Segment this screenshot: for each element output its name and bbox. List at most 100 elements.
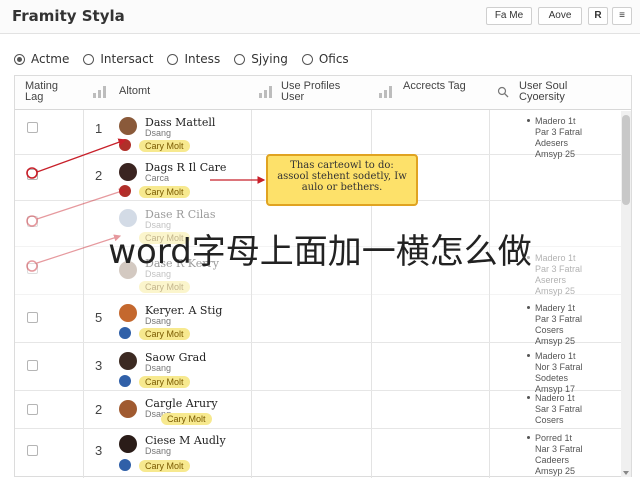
scrollbar-thumb[interactable] (622, 115, 630, 205)
row-number: 3 (95, 443, 103, 458)
avatar-small (119, 139, 131, 151)
user-role: Carca (145, 173, 170, 183)
list-item: Madery 1t (535, 303, 576, 313)
filter-radio-ofics[interactable]: Ofics (301, 50, 349, 68)
list-item: Madero 1t (535, 351, 576, 361)
toolbar-button-2[interactable]: Aove (538, 7, 582, 25)
user-soul-list: Madery 1t Par 3 Fatral Cosers Amsyp 25 (527, 303, 615, 347)
column-header-mating-lag[interactable]: Mating Lag (25, 81, 79, 103)
list-item: Nadero 1t (535, 393, 575, 403)
sort-bars-icon[interactable] (93, 86, 109, 98)
status-badge: Cary Molt (139, 376, 190, 388)
list-item: Cosers (535, 325, 564, 335)
avatar (119, 435, 137, 453)
list-item: Par 3 Fatral (535, 127, 583, 137)
row-number: 2 (95, 168, 103, 183)
filter-label: Actme (31, 52, 70, 66)
user-role: Dsang (145, 363, 172, 373)
status-badge: Cary Molt (139, 281, 190, 293)
list-item: Nar 3 Fatral (535, 444, 583, 454)
list-item: Cadeers (535, 455, 570, 465)
column-header-use-profiles[interactable]: Use Profiles User (281, 81, 361, 103)
filter-radio-actme[interactable]: Actme (14, 50, 69, 68)
filter-label: Sjying (251, 52, 288, 66)
row-checkbox[interactable] (27, 404, 38, 415)
list-item: Aserers (535, 275, 567, 285)
column-header-user-soul[interactable]: User Soul Cyoersity (519, 81, 609, 103)
sort-bars-icon[interactable] (259, 86, 275, 98)
filter-label: Intersact (100, 52, 154, 66)
user-role: Dsang (145, 446, 172, 456)
filter-radio-sjying[interactable]: Sjying (234, 50, 288, 68)
user-table: Mating Lag Altomt Use Profiles User Accr… (14, 75, 632, 478)
vertical-scrollbar[interactable] (621, 111, 631, 477)
table-row[interactable]: 3 Saow Grad Dsang Cary Molt Madero 1t No… (15, 343, 621, 394)
list-item: Porred 1t (535, 433, 573, 443)
list-item: Cosers (535, 415, 564, 425)
radio-icon[interactable] (301, 53, 313, 65)
user-soul-list: Madero 1t Par 3 Fatral Adesers Amsyp 25 (527, 116, 615, 160)
table-row[interactable]: 1 Dass Mattell Dsang Cary Molt Madero 1t… (15, 111, 621, 159)
status-badge: Cary Molt (139, 186, 190, 198)
row-number: 3 (95, 358, 103, 373)
search-icon[interactable] (497, 86, 509, 98)
radio-icon[interactable] (83, 53, 95, 65)
toolbar-button-1[interactable]: Fa Me (486, 7, 532, 25)
list-item: Adesers (535, 138, 569, 148)
avatar (119, 400, 137, 418)
filter-radio-intersact[interactable]: Intersact (83, 50, 153, 68)
app-title: Framity Styla (12, 7, 125, 25)
row-checkbox[interactable] (27, 122, 38, 133)
filter-radio-group: Actme Intersact Intess Sjying Ofics (14, 50, 363, 68)
status-badge: Cary Molt (139, 140, 190, 152)
row-checkbox[interactable] (27, 312, 38, 323)
avatar (119, 163, 137, 181)
radio-selected-icon[interactable] (14, 53, 25, 65)
list-item: Amsyp 25 (535, 466, 576, 476)
row-number: 1 (95, 121, 103, 136)
table-row[interactable]: 5 Keryer. A Stig Dsang Cary Molt Madery … (15, 295, 621, 346)
avatar-small (119, 375, 131, 387)
list-item: Madero 1t (535, 116, 576, 126)
user-soul-list: Nadero 1t Sar 3 Fatral Cosers (527, 393, 615, 426)
avatar (119, 117, 137, 135)
scroll-down-arrow-icon[interactable] (623, 471, 629, 475)
table-row[interactable]: 3 Ciese M Audly Dsang Cary Molt Porred 1… (15, 429, 621, 477)
row-number: 2 (95, 402, 103, 417)
status-badge: Cary Molt (139, 328, 190, 340)
menu-icon[interactable]: ≡ (612, 7, 632, 25)
top-bar: Framity Styla Fa Me Aove R ≡ (0, 0, 640, 34)
table-row[interactable]: 2 Cargle Arury Dsang Cary Molt Nadero 1t… (15, 391, 621, 429)
list-item: Nor 3 Fatral (535, 362, 583, 372)
radio-icon[interactable] (167, 53, 179, 65)
status-badge: Cary Molt (161, 413, 212, 425)
avatar-small (119, 459, 131, 471)
list-item: Sar 3 Fatral (535, 404, 583, 414)
toolbar-button-r[interactable]: R (588, 7, 608, 25)
avatar (119, 352, 137, 370)
list-item: Sodetes (535, 373, 569, 383)
filter-label: Ofics (318, 52, 349, 66)
user-soul-list: Madero 1t Nor 3 Fatral Sodetes Amsyp 17 (527, 351, 615, 395)
avatar-small (119, 185, 131, 197)
radio-icon[interactable] (234, 53, 246, 65)
column-header-accrects-tag[interactable]: Accrects Tag (403, 81, 473, 92)
row-number: 5 (95, 310, 103, 325)
sort-bars-icon[interactable] (379, 86, 395, 98)
column-header-altomt[interactable]: Altomt (119, 86, 150, 97)
avatar (119, 304, 137, 322)
tooltip-callout: Thas carteowl to do: assool stehent sode… (266, 154, 418, 206)
watermark-text: word字母上面加一横怎么做 (108, 232, 532, 272)
user-soul-list: Porred 1t Nar 3 Fatral Cadeers Amsyp 25 (527, 433, 615, 477)
filter-label: Intess (184, 52, 221, 66)
list-item: Par 3 Fatral (535, 314, 583, 324)
filter-radio-intess[interactable]: Intess (167, 50, 220, 68)
user-role: Dsang (145, 316, 172, 326)
avatar-small (119, 327, 131, 339)
row-checkbox[interactable] (27, 360, 38, 371)
user-role: Dsang (145, 128, 172, 138)
status-badge: Cary Molt (139, 460, 190, 472)
row-checkbox[interactable] (27, 169, 38, 180)
table-header: Mating Lag Altomt Use Profiles User Accr… (15, 76, 631, 110)
row-checkbox[interactable] (27, 445, 38, 456)
